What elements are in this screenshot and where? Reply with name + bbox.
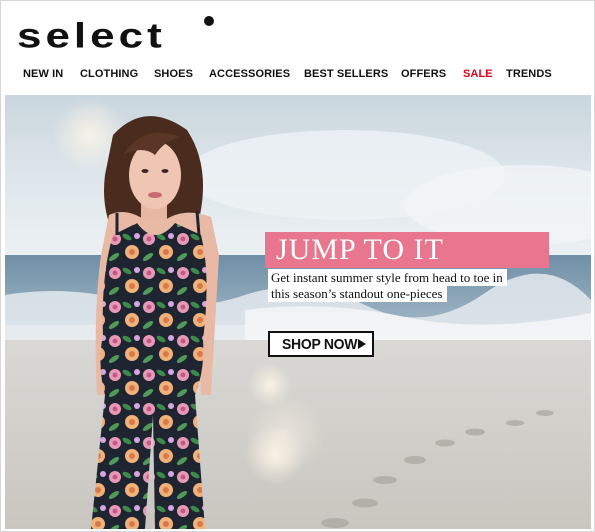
hero-banner[interactable]: JUMP TO IT Get instant summer style from… <box>5 95 591 529</box>
logo-text: select <box>17 16 166 55</box>
nav-accessories[interactable]: ACCESSORIES <box>209 65 290 83</box>
nav-shoes[interactable]: SHOES <box>154 65 193 83</box>
nav-sale[interactable]: SALE <box>463 65 493 83</box>
promo-subtitle-line1: Get instant summer style from head to to… <box>268 269 507 286</box>
logo-graphic: select <box>17 16 214 55</box>
nav-trends[interactable]: TRENDS <box>506 65 552 83</box>
nav-offers[interactable]: OFFERS <box>401 65 446 83</box>
nav-clothing[interactable]: CLOTHING <box>80 65 138 83</box>
logo-badge-icon <box>204 16 214 26</box>
nav-best-sellers[interactable]: BEST SELLERS <box>304 65 388 83</box>
play-arrow-icon <box>358 339 366 349</box>
nav-new-in[interactable]: NEW IN <box>23 65 63 83</box>
model-figure <box>91 116 219 529</box>
promo-subtitle-line2: this season’s standout one-pieces <box>268 285 447 302</box>
page-frame: select NEW IN CLOTHING SHOES ACCESSORIES… <box>0 0 595 532</box>
hero-image <box>5 95 591 529</box>
promo-title: JUMP TO IT <box>276 233 444 266</box>
shop-now-button[interactable]: SHOP NOW <box>268 331 374 357</box>
main-navigation: NEW IN CLOTHING SHOES ACCESSORIES BEST S… <box>1 65 594 85</box>
select-logo[interactable]: select <box>17 9 217 59</box>
shop-now-label: SHOP NOW <box>282 335 358 353</box>
promo-title-box: JUMP TO IT <box>265 232 549 268</box>
